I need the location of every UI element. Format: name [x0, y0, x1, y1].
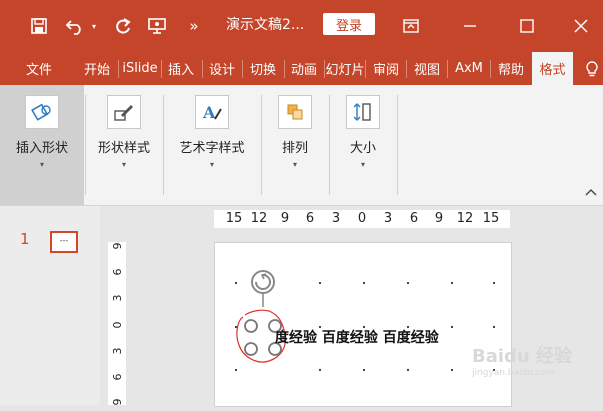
undo-dropdown-icon[interactable]: ▾: [88, 0, 100, 52]
tab-file[interactable]: 文件: [16, 52, 62, 85]
ruler-h-tick: 15: [225, 211, 243, 226]
save-icon[interactable]: [24, 0, 54, 52]
ruler-h-tick: 3: [331, 211, 341, 226]
insert-shape-label: 插入形状: [15, 141, 68, 156]
arrange-label: 排列: [281, 141, 308, 156]
redo-icon[interactable]: [110, 0, 136, 52]
tab-view[interactable]: 视图: [408, 52, 446, 85]
wordart-style-caret-icon: ▾: [209, 160, 214, 169]
grid-dot: [493, 282, 495, 284]
tab-home[interactable]: 开始: [78, 52, 116, 85]
grid-dot: [493, 326, 495, 328]
grid-dot: [363, 282, 365, 284]
grid-dot: [363, 369, 365, 371]
slide-thumbnail[interactable]: ---: [50, 231, 78, 253]
arrange-group[interactable]: 排列 ▾: [264, 85, 326, 205]
presentation-icon[interactable]: [143, 0, 171, 52]
tab-axm[interactable]: AxM: [449, 52, 489, 85]
ruler-h-tick: 6: [409, 211, 419, 226]
shape-style-label: 形状样式: [97, 141, 150, 156]
ruler-v-tick: 0: [110, 321, 124, 329]
horizontal-ruler: 15 12 9 6 3 0 3 6 9 12 15: [214, 210, 510, 228]
baidu-watermark: Baidu 经验 jingyan.baidu.com: [472, 336, 600, 388]
grid-dot: [451, 326, 453, 328]
resize-handle[interactable]: [244, 319, 258, 333]
ribbon-tabs: 文件 开始 iSlide 插入 设计 切换 动画 幻灯片 审阅 视图 AxM 帮…: [0, 52, 603, 85]
tab-insert[interactable]: 插入: [162, 52, 200, 85]
ruler-h-tick: 9: [280, 211, 290, 226]
ruler-h-tick: 12: [250, 211, 268, 226]
tab-islide[interactable]: iSlide: [120, 52, 160, 85]
resize-handle[interactable]: [244, 342, 258, 356]
size-icon: [346, 95, 380, 129]
shape-style-group[interactable]: 形状样式 ▾: [88, 85, 160, 205]
shape-style-caret-icon: ▾: [121, 160, 126, 169]
grid-dot: [451, 369, 453, 371]
ruler-h-tick: 6: [305, 211, 315, 226]
size-label: 大小: [349, 141, 376, 156]
tell-me-icon[interactable]: [580, 52, 603, 85]
selection-handles[interactable]: [233, 265, 293, 375]
size-caret-icon: ▾: [360, 160, 365, 169]
grid-dot: [407, 282, 409, 284]
ruler-v-tick: 6: [110, 268, 124, 276]
grid-dot: [451, 282, 453, 284]
ruler-h-tick: 12: [456, 211, 474, 226]
ruler-v-tick: 6: [110, 373, 124, 381]
ruler-h-tick: 0: [357, 211, 367, 226]
grid-dot: [319, 282, 321, 284]
insert-shape-caret-icon: ▾: [39, 160, 44, 169]
watermark-url: jingyan.baidu.com: [472, 368, 556, 378]
grid-dot: [407, 369, 409, 371]
arrange-icon: [278, 95, 312, 129]
size-group[interactable]: 大小 ▾: [332, 85, 394, 205]
slide-number: 1: [20, 230, 30, 248]
insert-shape-group[interactable]: 插入形状 ▾: [0, 85, 84, 205]
arrange-caret-icon: ▾: [292, 160, 297, 169]
tab-slideshow[interactable]: 幻灯片: [326, 52, 364, 85]
ruler-h-tick: 3: [383, 211, 393, 226]
wordart-style-group[interactable]: A 艺术字样式 ▾: [166, 85, 258, 205]
ribbon: 插入形状 ▾ 形状样式 ▾ A 艺术字样式 ▾ 排列 ▾ 大小 ▾: [0, 85, 603, 206]
tab-design[interactable]: 设计: [203, 52, 241, 85]
watermark-text: Baidu 经验: [472, 346, 573, 367]
tab-transitions[interactable]: 切换: [243, 52, 283, 85]
wordart-style-icon: A: [195, 95, 229, 129]
collapse-ribbon-icon[interactable]: [585, 188, 597, 199]
ruler-v-tick: 9: [110, 242, 124, 250]
title-bar: ▾ » 演示文稿2... 登录: [0, 0, 603, 52]
document-title: 演示文稿2...: [226, 17, 305, 33]
tab-animations[interactable]: 动画: [285, 52, 323, 85]
grid-dot: [319, 369, 321, 371]
slide-text-box[interactable]: 度经验 百度经验 百度经验: [275, 327, 439, 347]
tab-format[interactable]: 格式: [532, 52, 573, 85]
tab-help[interactable]: 帮助: [491, 52, 531, 85]
maximize-icon[interactable]: [512, 0, 542, 52]
slide-canvas[interactable]: 度经验 百度经验 百度经验: [214, 242, 512, 407]
ruler-v-tick: 9: [110, 398, 124, 406]
insert-shape-icon: [25, 95, 59, 129]
ruler-v-tick: 3: [110, 347, 124, 355]
tab-review[interactable]: 审阅: [367, 52, 405, 85]
more-commands-button[interactable]: »: [184, 0, 204, 52]
minimize-icon[interactable]: [455, 0, 485, 52]
undo-icon[interactable]: [62, 0, 88, 52]
close-icon[interactable]: [566, 0, 596, 52]
shape-style-icon: [107, 95, 141, 129]
ruler-h-tick: 15: [482, 211, 500, 226]
ribbon-display-options-icon[interactable]: [396, 0, 426, 52]
slide-thumbnail-pane: 1 ---: [0, 206, 100, 405]
ruler-h-tick: 9: [434, 211, 444, 226]
wordart-style-label: 艺术字样式: [179, 141, 245, 156]
svg-text:A: A: [202, 103, 216, 122]
login-button[interactable]: 登录: [323, 13, 375, 35]
vertical-ruler: 9 6 3 0 3 6 9: [108, 242, 126, 406]
ruler-v-tick: 3: [110, 294, 124, 302]
